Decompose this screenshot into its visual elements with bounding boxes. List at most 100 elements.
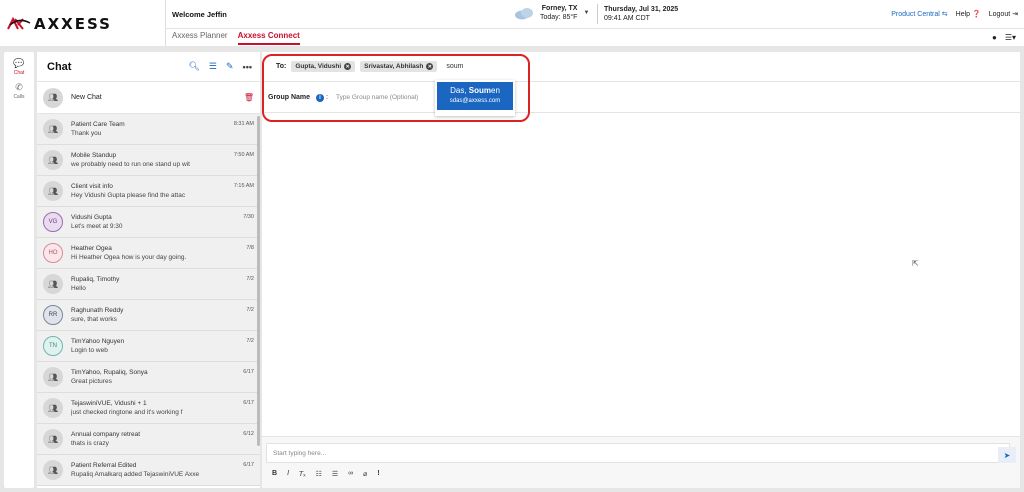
nav-chat[interactable]: 💬 Chat: [4, 52, 34, 76]
filter-icon[interactable]: ☰: [209, 61, 217, 72]
switch-icon: ⇆: [941, 11, 948, 18]
chevron-down-icon: ▼: [583, 10, 590, 16]
chat-list-scrollbar[interactable]: [257, 116, 260, 446]
trash-icon[interactable]: 🗑︎: [244, 93, 254, 102]
chat-list-item[interactable]: 👥︎ TimYahoo, Rupaliq, Sonya 6/17 Great pict…: [37, 362, 260, 393]
chat-item-preview: Great pictures: [71, 378, 112, 385]
chat-item-time: 7:15 AM: [233, 183, 254, 189]
chat-list-item[interactable]: 👥︎ Annual company retreat 6/12 thats is cra…: [37, 424, 260, 455]
chat-list-title: Chat: [47, 60, 72, 73]
status-dot-icon[interactable]: ●: [992, 33, 997, 42]
chat-item-time: 8:31 AM: [233, 121, 254, 127]
compose-icon[interactable]: ✎: [226, 61, 234, 72]
group-avatar-icon: 👥︎: [43, 150, 63, 170]
chat-list-item[interactable]: TN TimYahoo Nguyen 7/2 Login to web: [37, 331, 260, 362]
compose-area: Start typing here... ➤ B I 𝘛ₓ ☷ ☰ ∞ ⌀ !: [262, 436, 1020, 488]
italic-icon[interactable]: I: [287, 470, 289, 478]
chat-list-item[interactable]: 👥︎ Client visit info 7:15 AM Hey Vidushi Gu…: [37, 176, 260, 207]
cloud-icon: [515, 8, 533, 20]
datetime: Thursday, Jul 31, 2025 09:41 AM CDT: [604, 5, 678, 23]
chat-item-name: Client visit info: [71, 183, 113, 190]
date-divider: [597, 4, 598, 24]
chat-list-item[interactable]: 👥︎ Patient Care Team 8:31 AM Thank you: [37, 114, 260, 145]
avatar: VG: [43, 212, 63, 232]
header-secondary-icons: ● ☰▾: [992, 33, 1016, 42]
more-options-icon[interactable]: •••: [243, 62, 252, 72]
message-input[interactable]: Start typing here...: [266, 443, 1010, 463]
help-icon: ❓: [972, 11, 981, 18]
chat-item-name: TejaswiniVUE, Vidushi + 1: [71, 400, 147, 407]
chat-item-preview: Hello: [71, 285, 86, 292]
format-toolbar: B I 𝘛ₓ ☷ ☰ ∞ ⌀ !: [272, 470, 380, 478]
chat-item-preview: Login to web: [71, 347, 108, 354]
numbered-list-icon[interactable]: ☰: [332, 470, 338, 478]
avatar: RR: [43, 305, 63, 325]
chat-list-item[interactable]: HO Heather Ogea 7/8 Hi Heather Ogea how is …: [37, 238, 260, 269]
nav-chat-label: Chat: [13, 70, 25, 76]
chat-bubble-icon: 💬: [13, 58, 25, 68]
chat-item-name: TimYahoo, Rupaliq, Sonya: [71, 369, 148, 376]
axxess-logo[interactable]: AXXESS: [6, 12, 156, 36]
chat-item-preview: just checked ringtone and it's working f: [71, 409, 183, 416]
bold-icon[interactable]: B: [272, 470, 277, 478]
weather-location: Forney, TX: [541, 5, 578, 12]
bullet-list-icon[interactable]: ☷: [316, 470, 322, 478]
tab-axxess-connect[interactable]: Axxess Connect: [237, 31, 300, 45]
chat-list-header: Chat 🔍︎ ☰ ✎ •••: [37, 52, 260, 82]
chat-list-item[interactable]: VG Vidushi Gupta 7/30 Let's meet at 9:30: [37, 207, 260, 238]
chat-item-name: Annual company retreat: [71, 431, 141, 438]
product-central-link[interactable]: Product Central ⇆: [891, 10, 947, 18]
group-avatar-icon: 👥︎: [43, 367, 63, 387]
chat-item-preview: we probably need to run one stand up wit: [71, 161, 190, 168]
chat-item-time: 6/17: [243, 462, 254, 468]
chat-item-preview: Thank you: [71, 130, 102, 137]
chat-item-time: 7/30: [243, 214, 254, 220]
chat-item-time: 7/2: [246, 338, 254, 344]
chat-item-time: 6/17: [243, 400, 254, 406]
link-icon[interactable]: ∞: [348, 470, 353, 478]
chat-item-name: Patient Care Team: [71, 121, 125, 128]
chat-list-item[interactable]: RR Raghunath Reddy 7/2 sure, that works: [37, 300, 260, 331]
app-header: AXXESS Welcome Jeffin Axxess Planner Axx…: [0, 0, 1024, 46]
chat-list-item[interactable]: 👥︎ Patient Referral Edited 6/17 Rupaliq Ama…: [37, 455, 260, 486]
chat-item-preview: Rupaliq Amalkarq added TejaswiniVUE Axxe: [71, 471, 200, 478]
group-avatar-icon: 👥︎: [43, 460, 63, 480]
attachment-icon[interactable]: ⌀: [363, 470, 367, 478]
weather-widget[interactable]: Forney, TX Today: 85°F ▼: [514, 4, 589, 22]
list-menu-icon[interactable]: ☰▾: [1005, 33, 1016, 42]
header-line: [165, 28, 1024, 29]
chat-item-name: Mobile Standup: [71, 152, 117, 159]
chat-item-time: 7/8: [246, 245, 254, 251]
current-date: Thursday, Jul 31, 2025: [604, 6, 679, 13]
chat-item-preview: sure, that works: [71, 316, 117, 323]
chat-item-preview: Hey Vidushi Gupta please find the attac: [71, 192, 186, 199]
phone-icon: ✆: [15, 82, 23, 92]
new-chat-label: New Chat: [71, 94, 102, 101]
chat-list-item[interactable]: 👥︎ Mobile Standup 7:50 AM we probably need …: [37, 145, 260, 176]
search-icon[interactable]: 🔍︎: [188, 61, 199, 72]
mouse-cursor-icon: ⇱: [912, 259, 919, 268]
chat-item-name: Vidushi Gupta: [71, 214, 112, 221]
weather-temp: Today: 85°F: [540, 14, 578, 21]
chat-item-time: 7/2: [246, 276, 254, 282]
clear-format-icon[interactable]: 𝘛ₓ: [299, 470, 306, 478]
logout-icon: ⇥: [1012, 11, 1018, 18]
chat-item-time: 6/12: [243, 431, 254, 437]
send-icon[interactable]: ➤: [998, 447, 1016, 463]
chat-list-item[interactable]: 👥︎ TejaswiniVUE, Vidushi + 1 6/17 just chec…: [37, 393, 260, 424]
chat-item-time: 7:50 AM: [233, 152, 254, 158]
avatar: TN: [43, 336, 63, 356]
logout-link[interactable]: Logout ⇥: [989, 10, 1018, 18]
new-chat-row[interactable]: 👥︎ New Chat 🗑︎: [37, 82, 260, 114]
brand-name: AXXESS: [34, 15, 112, 33]
chat-item-time: 6/17: [243, 369, 254, 375]
help-link[interactable]: Help ❓: [956, 10, 981, 18]
chat-item-time: 7/2: [246, 307, 254, 313]
welcome-text: Welcome Jeffin: [172, 10, 227, 19]
logout-label: Logout: [988, 11, 1011, 18]
product-central-label: Product Central: [891, 11, 940, 18]
tab-axxess-planner[interactable]: Axxess Planner: [172, 31, 228, 45]
priority-icon[interactable]: !: [377, 470, 379, 478]
chat-list-item[interactable]: 👥︎ Rupaliq, Timothy 7/2 Hello: [37, 269, 260, 300]
nav-calls[interactable]: ✆ Calls: [4, 76, 34, 100]
